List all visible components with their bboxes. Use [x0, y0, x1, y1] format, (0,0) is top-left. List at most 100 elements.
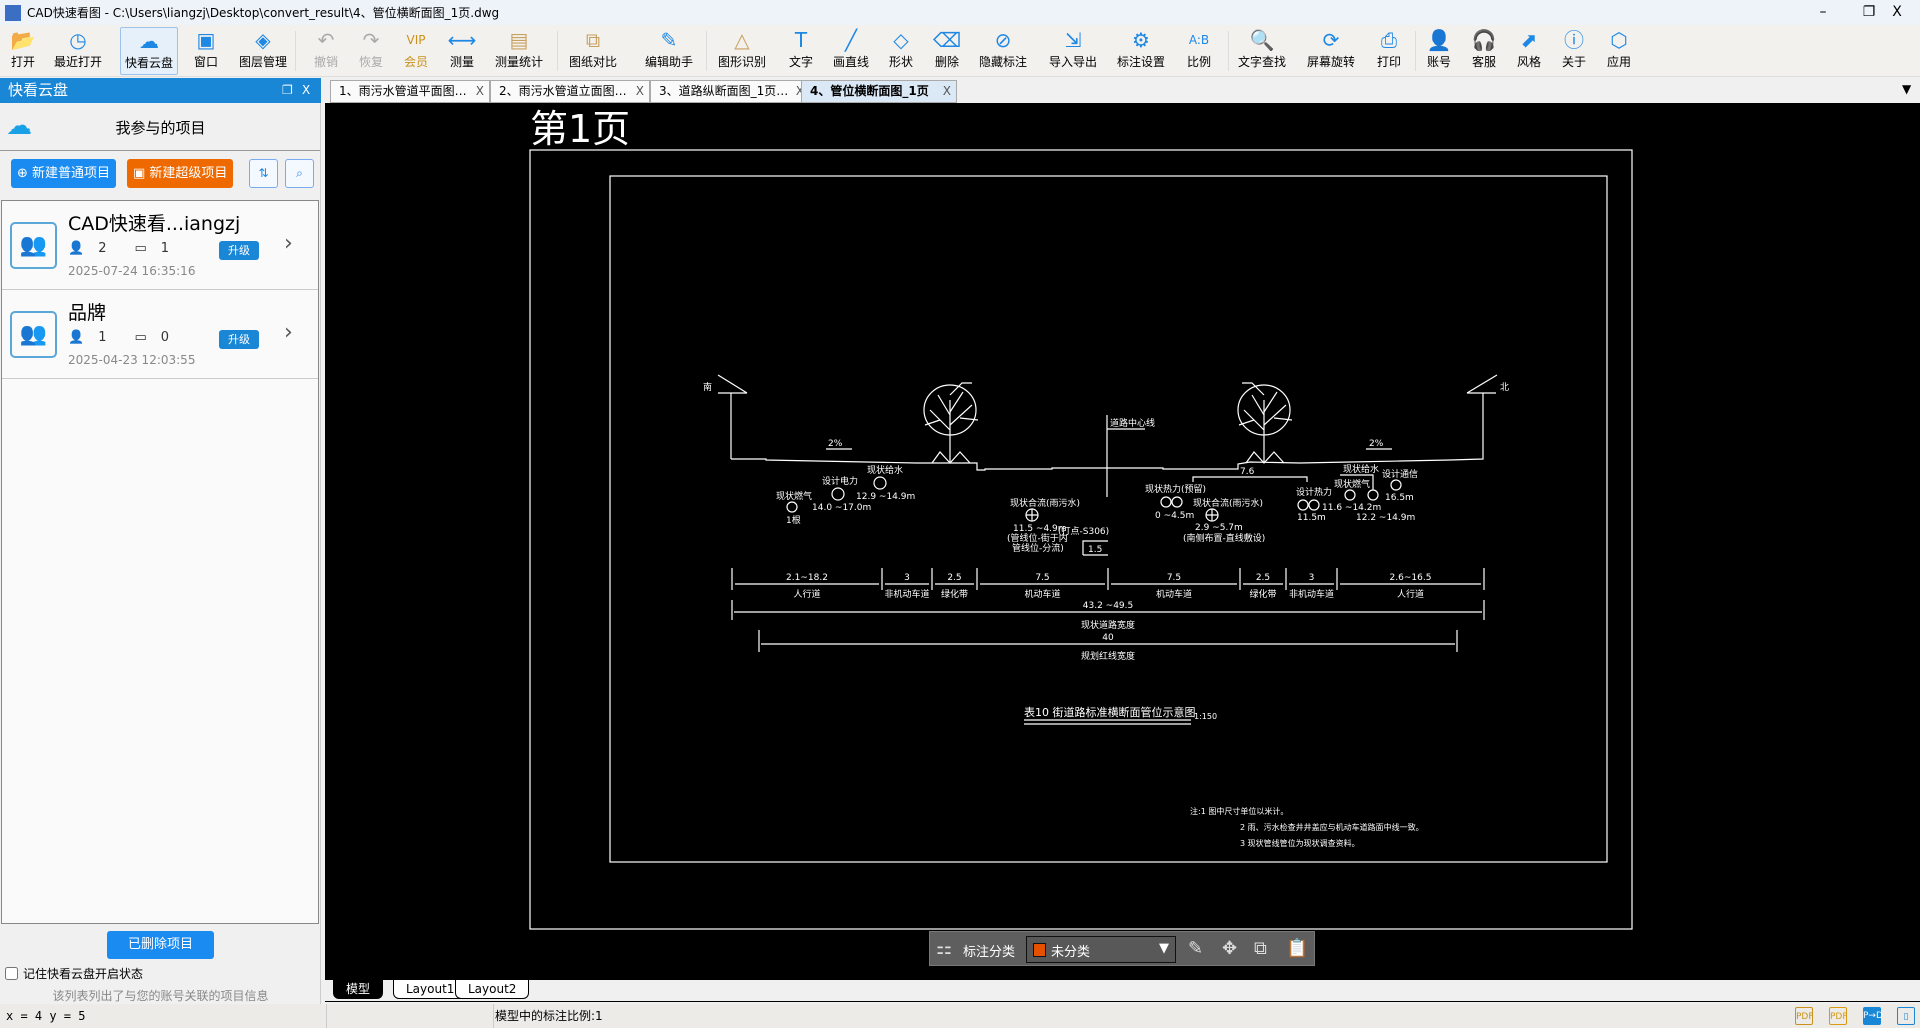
utility-depth: 12.9 ~14.9m — [856, 492, 915, 502]
redo-button[interactable]: ↷ 恢复 — [355, 27, 387, 75]
annotation-toolbar: ⚏ 标注分类 未分类 ▼ ✎ ✥ ⧉ 📋 — [929, 931, 1315, 966]
about-button[interactable]: ⓘ 关于 — [1558, 27, 1590, 75]
line-icon: ╱ — [844, 28, 858, 52]
sync-icon: ⇅ — [258, 166, 269, 180]
info-icon: ⓘ — [1563, 28, 1584, 52]
move-icon[interactable]: ✥ — [1222, 938, 1237, 959]
tab-doc-2[interactable]: 2、雨污水管道立面图… X — [490, 80, 650, 103]
service-button[interactable]: 🎧 客服 — [1468, 27, 1501, 75]
mobile-icon[interactable]: ▯ — [1897, 1007, 1915, 1025]
layers-button[interactable]: ◈ 图层管理 — [235, 27, 291, 75]
close-tab-icon[interactable]: X — [476, 81, 484, 102]
erase-button[interactable]: ⌫ 删除 — [929, 27, 965, 75]
segment-name: 机动车道 — [1024, 588, 1060, 600]
window-title: CAD快速看图 - C:\Users\liangzj\Desktop\conve… — [27, 6, 500, 20]
tab-layout2[interactable]: Layout2 — [455, 980, 530, 999]
edit-helper-button[interactable]: ✎ 编辑助手 — [641, 27, 697, 75]
grid-icon[interactable]: ⚏ — [936, 938, 952, 959]
cloud-button[interactable]: ☁ 快看云盘 — [119, 27, 179, 75]
window-icon: ▣ — [196, 28, 216, 52]
north-label: 北 — [1500, 382, 1509, 393]
new-normal-project-button[interactable]: ⊕ 新建普通项目 — [11, 159, 117, 188]
sidebar-restore-button[interactable]: ❐ — [282, 78, 293, 103]
button-label: 编辑助手 — [644, 55, 694, 69]
drawing-scale: 1:150 — [1194, 712, 1217, 721]
compare-button[interactable]: ⧉ 图纸对比 — [565, 27, 621, 75]
shape-button[interactable]: ◇ 形状 — [885, 27, 917, 75]
segment-name: 绿化带 — [1249, 588, 1276, 600]
file-icon: ▭ — [134, 241, 147, 256]
eye-off-icon: ⊘ — [994, 28, 1012, 52]
recent-button[interactable]: ◷ 最近打开 — [50, 27, 106, 75]
shape-recog-button[interactable]: △ 图形识别 — [714, 27, 770, 75]
close-button[interactable]: X — [1874, 0, 1920, 25]
drawing-canvas[interactable]: 第1页 南 北 道路中心线 2% 2% 现状燃气 1根 设计电力 14.0 ~1… — [325, 103, 1920, 980]
button-label: 窗口 — [193, 55, 219, 69]
print-button[interactable]: ⎙ 打印 — [1373, 27, 1405, 75]
south-marker — [717, 374, 748, 459]
find-text-button[interactable]: 🔍 文字查找 — [1234, 27, 1290, 75]
chevron-right-icon[interactable]: › — [284, 320, 293, 345]
upgrade-button[interactable]: 升级 — [219, 330, 259, 349]
pdf-share-icon[interactable]: PDF — [1829, 1007, 1848, 1025]
sync-button[interactable]: ⇅ — [249, 159, 278, 188]
close-tab-icon[interactable]: X — [943, 81, 951, 102]
checkbox[interactable] — [5, 967, 18, 980]
utility-label: 现状合流(雨污水) — [1010, 497, 1080, 509]
open-button[interactable]: 📂 打开 — [7, 27, 40, 75]
segment-name: 非机动车道 — [1289, 588, 1334, 600]
export-pdf-icon[interactable]: PDF — [1795, 1007, 1814, 1025]
remember-state-checkbox[interactable]: 记住快看云盘开启状态 — [5, 965, 143, 982]
bracket-label: 7.6 — [1240, 467, 1255, 477]
project-item[interactable]: 👥 品牌 👤 1 ▭ 0 2025-04-23 12:03:55 升级 › — [2, 290, 318, 379]
hide-ann-button[interactable]: ⊘ 隐藏标注 — [975, 27, 1031, 75]
window-button[interactable]: ▣ 窗口 — [190, 27, 222, 75]
ruler-icon: ⟷ — [447, 28, 477, 52]
button-label: 关于 — [1561, 55, 1587, 69]
button-label: 恢复 — [358, 55, 384, 69]
ann-settings-button[interactable]: ⚙ 标注设置 — [1113, 27, 1169, 75]
minimize-button[interactable]: – — [1800, 0, 1846, 25]
sidebar-close-button[interactable]: X — [302, 78, 310, 103]
scale-button[interactable]: A:B 比例 — [1183, 27, 1215, 75]
account-button[interactable]: 👤 账号 — [1423, 27, 1456, 75]
search-button[interactable]: ⌕ — [285, 159, 314, 188]
apps-button[interactable]: ⬡ 应用 — [1603, 27, 1635, 75]
total-width: 43.2 ~49.5 — [1083, 601, 1133, 611]
text-button[interactable]: T 文字 — [785, 27, 817, 75]
app-logo-icon — [5, 4, 21, 21]
measure-button[interactable]: ⟷ 测量 — [444, 27, 481, 75]
upgrade-button[interactable]: 升级 — [219, 241, 259, 260]
new-super-project-button[interactable]: ▣ 新建超级项目 — [127, 159, 234, 188]
close-tab-icon[interactable]: X — [636, 81, 644, 102]
rotate-button[interactable]: ⟳ 屏幕旋转 — [1303, 27, 1359, 75]
copy-icon[interactable]: ⧉ — [1254, 938, 1267, 959]
undo-button[interactable]: ↶ 撤销 — [310, 27, 342, 75]
files-count: ▭ 1 — [134, 241, 170, 256]
tab-model[interactable]: 模型 — [333, 980, 384, 999]
project-item[interactable]: 👥 CAD快速看...iangzj 👤 2 ▭ 1 2025-07-24 16:35:… — [2, 201, 318, 290]
tab-doc-3[interactable]: 3、道路纵断面图_1页… X — [650, 80, 810, 103]
chevron-right-icon[interactable]: › — [284, 231, 293, 256]
tab-doc-1[interactable]: 1、雨污水管道平面图… X — [330, 80, 490, 103]
centerline-label: 道路中心线 — [1110, 417, 1155, 429]
vip-button[interactable]: VIP 会员 — [400, 27, 432, 75]
document-plus-icon: ▣ — [133, 166, 150, 181]
p2d-icon[interactable]: P→D — [1863, 1007, 1883, 1025]
deleted-projects-button[interactable]: 已删除项目 — [107, 931, 214, 959]
utility-label: 现状燃气 — [776, 490, 812, 502]
tab-doc-4[interactable]: 4、管位横断面图_1页 X — [801, 80, 957, 103]
tab-list-dropdown[interactable]: ▼ — [1902, 82, 1911, 96]
button-label: 测量统计 — [494, 55, 544, 69]
text-icon: T — [794, 28, 808, 52]
button-label: 测量 — [449, 55, 475, 69]
line-button[interactable]: ╱ 画直线 — [829, 27, 873, 75]
measure-stats-button[interactable]: ▤ 测量统计 — [491, 27, 547, 75]
paste-icon[interactable]: 📋 — [1286, 938, 1308, 959]
style-button[interactable]: ⬈ 风格 — [1513, 27, 1545, 75]
edit-icon[interactable]: ✎ — [1188, 938, 1203, 959]
chart-icon: ▤ — [509, 28, 529, 52]
button-label: 形状 — [888, 55, 914, 69]
import-export-button[interactable]: ⇲ 导入导出 — [1045, 27, 1101, 75]
category-select[interactable]: 未分类 ▼ — [1026, 936, 1176, 963]
